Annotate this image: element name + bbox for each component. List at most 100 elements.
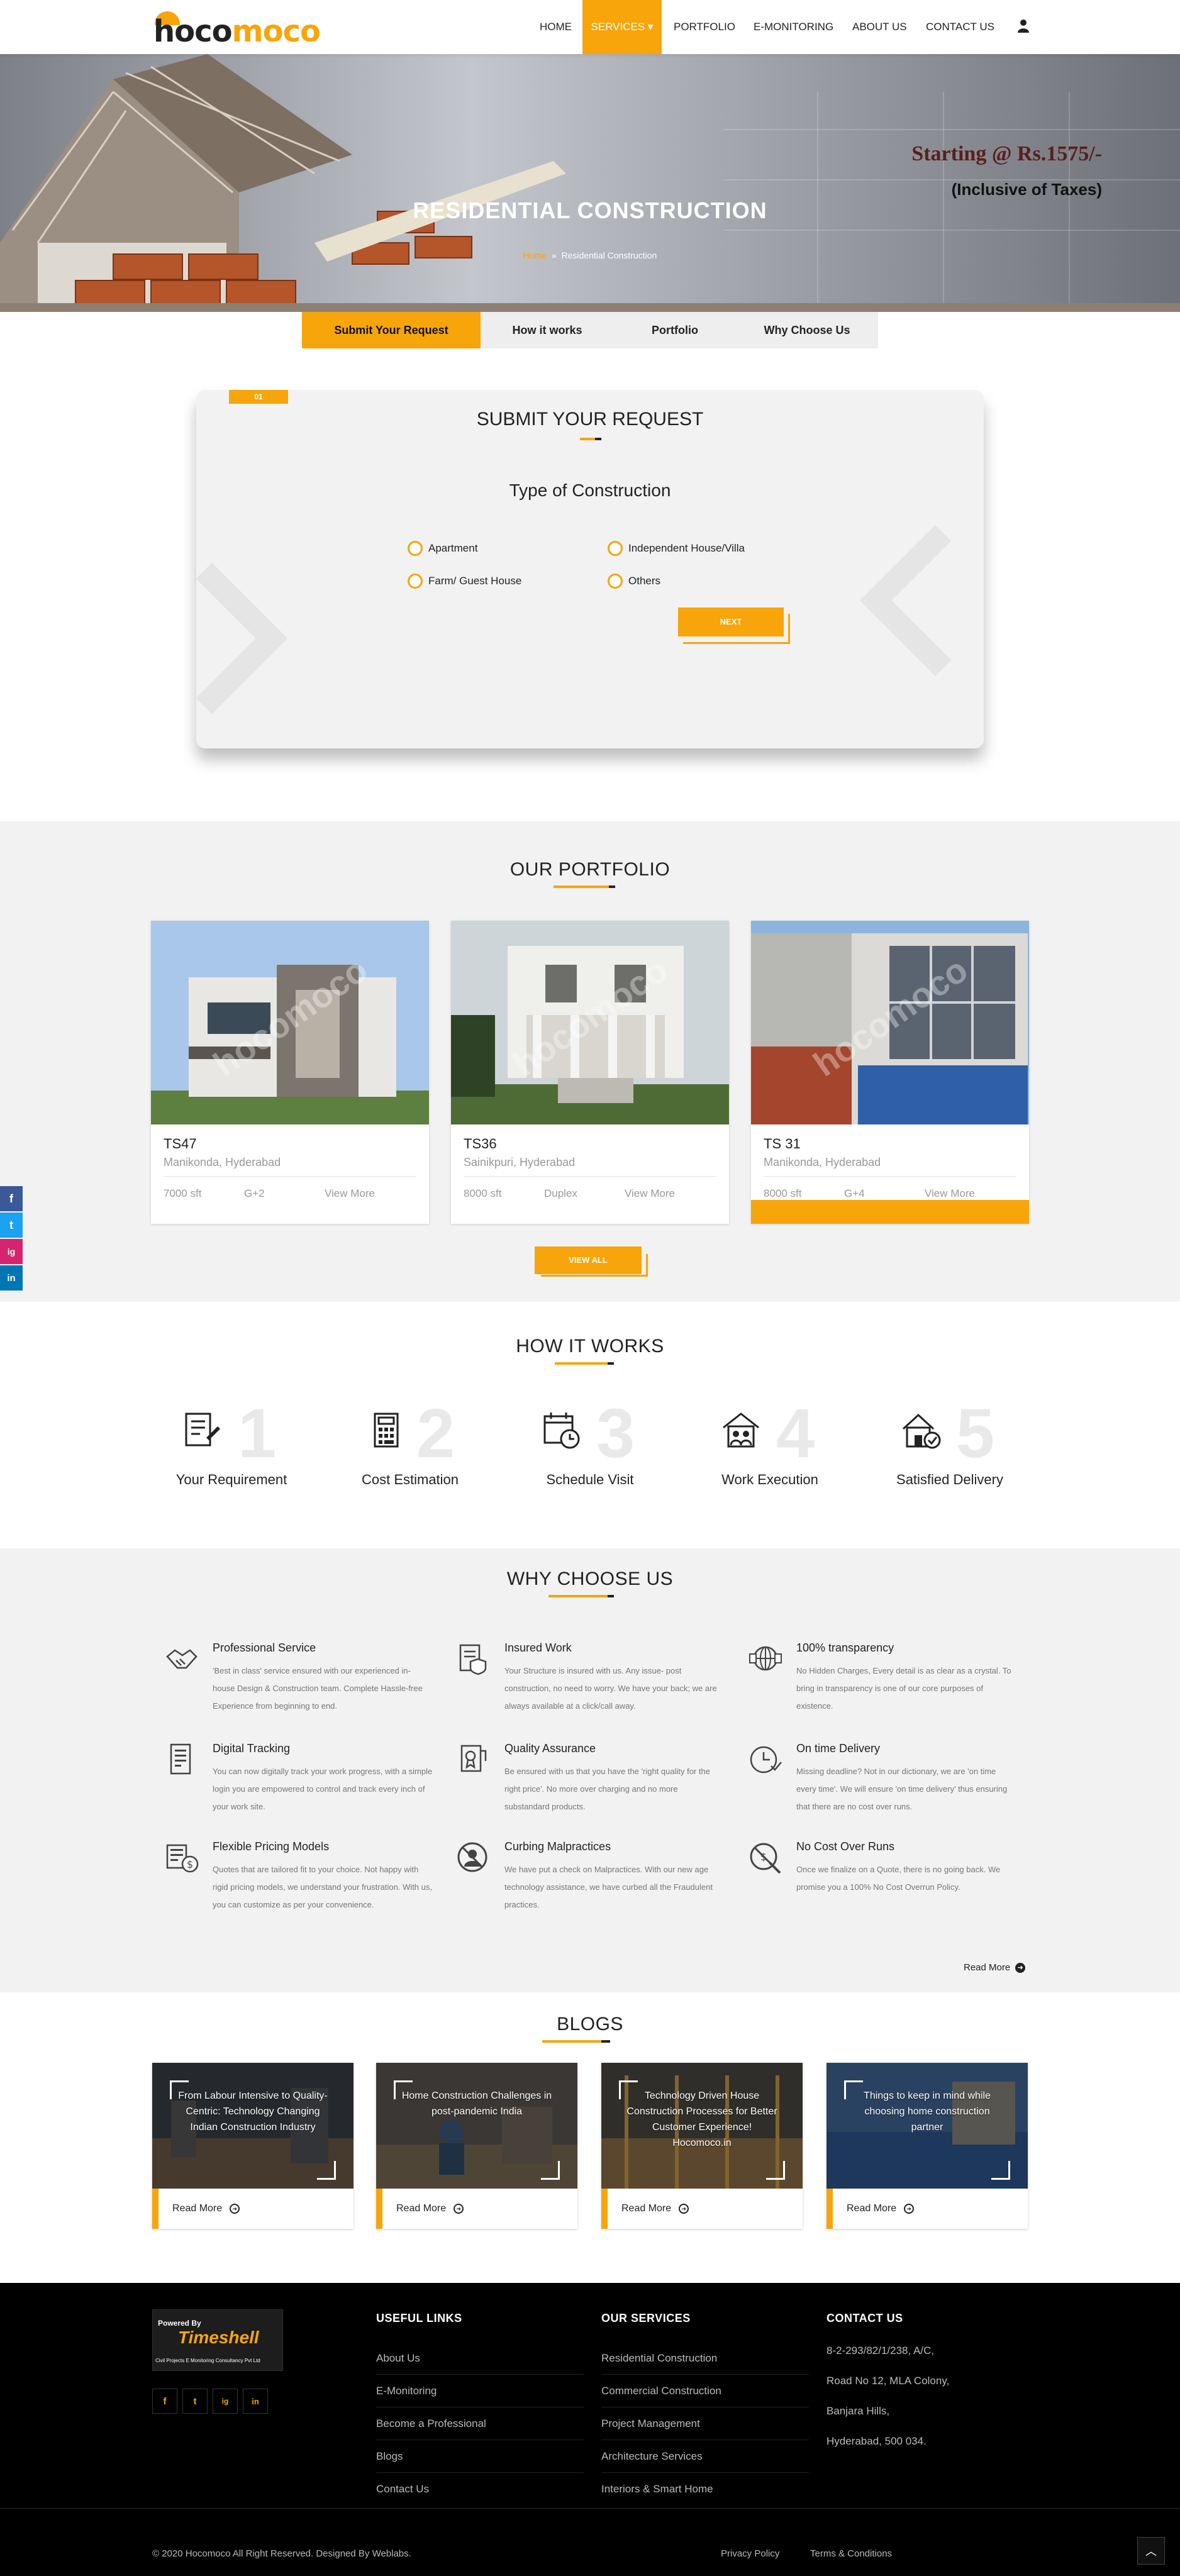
breadcrumb-separator: » bbox=[551, 250, 557, 260]
scroll-to-top-icon[interactable]: ︿ bbox=[1137, 2537, 1165, 2565]
on-time-delivery-icon bbox=[750, 1746, 782, 1774]
footer-twitter-icon[interactable]: t bbox=[182, 2389, 208, 2414]
view-more-link[interactable]: View More bbox=[625, 1187, 675, 1200]
blog-title: Home Construction Challenges in post-pan… bbox=[401, 2090, 552, 2117]
option-farm-guest-house[interactable]: Farm/ Guest House bbox=[408, 574, 521, 589]
why-item-title: Flexible Pricing Models bbox=[213, 1840, 330, 1853]
step-badge: 01 bbox=[229, 390, 288, 404]
corner-decoration bbox=[317, 2161, 336, 2180]
title-underline bbox=[542, 2040, 601, 2043]
nav-about-us[interactable]: ABOUT US bbox=[852, 0, 907, 54]
blog-image[interactable]: Technology Driven House Construction Pro… bbox=[601, 2063, 803, 2189]
view-more-link[interactable]: View More bbox=[325, 1187, 375, 1200]
option-others[interactable]: Others bbox=[608, 574, 660, 589]
footer-link-become-professional[interactable]: Become a Professional bbox=[376, 2407, 584, 2440]
radio-circle[interactable] bbox=[608, 574, 623, 589]
radio-circle[interactable] bbox=[608, 541, 623, 556]
portfolio-image[interactable]: hocomoco bbox=[151, 921, 429, 1124]
title-underline bbox=[555, 1362, 608, 1365]
blog-read-more[interactable]: Read More ➜ bbox=[376, 2189, 577, 2229]
view-all-button[interactable]: VIEW ALL bbox=[535, 1246, 642, 1274]
footer-service-commercial[interactable]: Commercial Construction bbox=[601, 2375, 809, 2407]
footer-linkedin-icon[interactable]: in bbox=[243, 2389, 268, 2414]
hero-banner: Starting @ Rs.1575/- (Inclusive of Taxes… bbox=[0, 54, 1180, 312]
nav-e-monitoring[interactable]: E-MONITORING bbox=[754, 0, 833, 54]
footer-service-architecture[interactable]: Architecture Services bbox=[601, 2440, 809, 2473]
footer-link-about-us[interactable]: About Us bbox=[376, 2342, 584, 2375]
facebook-icon[interactable]: f bbox=[0, 1186, 23, 1211]
portfolio-card[interactable]: hocomoco TS47 Manikonda, Hyderabad 7000 … bbox=[151, 921, 429, 1224]
nav-contact-us[interactable]: CONTACT US bbox=[926, 0, 994, 54]
breadcrumb-home[interactable]: Home bbox=[523, 250, 547, 260]
blog-title: Things to keep in mind while choosing ho… bbox=[864, 2090, 991, 2133]
powered-by-logo[interactable]: Powered By Timeshell Civil Projects E Mo… bbox=[152, 2309, 283, 2371]
footer-service-project-management[interactable]: Project Management bbox=[601, 2407, 809, 2440]
calendar-clock-icon bbox=[543, 1413, 580, 1449]
blog-card[interactable]: From Labour Intensive to Quality-Centric… bbox=[152, 2063, 353, 2229]
blog-image[interactable]: Home Construction Challenges in post-pan… bbox=[376, 2063, 577, 2189]
delivered-house-icon bbox=[902, 1413, 941, 1449]
blog-card[interactable]: Technology Driven House Construction Pro… bbox=[601, 2063, 803, 2229]
step-number: 2 bbox=[416, 1395, 455, 1472]
blog-image[interactable]: Things to keep in mind while choosing ho… bbox=[827, 2063, 1028, 2189]
terms-link[interactable]: Terms & Conditions bbox=[810, 2548, 892, 2559]
linkedin-icon[interactable]: in bbox=[0, 1265, 23, 1291]
tab-submit-request[interactable]: Submit Your Request bbox=[302, 312, 481, 348]
footer-link-e-monitoring[interactable]: E-Monitoring bbox=[376, 2375, 584, 2407]
twitter-icon[interactable]: t bbox=[0, 1213, 23, 1238]
site-logo[interactable]: hocomoco bbox=[153, 11, 321, 49]
digital-tracking-icon bbox=[170, 1743, 191, 1775]
footer-service-interiors[interactable]: Interiors & Smart Home bbox=[601, 2473, 809, 2506]
blog-read-more[interactable]: Read More ➜ bbox=[827, 2189, 1028, 2229]
portfolio-image[interactable]: hocomoco bbox=[451, 921, 729, 1124]
instagram-icon[interactable]: ig bbox=[0, 1239, 23, 1264]
radio-circle[interactable] bbox=[408, 574, 423, 589]
footer-service-residential[interactable]: Residential Construction bbox=[601, 2342, 809, 2375]
view-more-link[interactable]: View More bbox=[925, 1187, 975, 1200]
project-area: 8000 sft bbox=[764, 1187, 802, 1199]
blog-card[interactable]: Things to keep in mind while choosing ho… bbox=[827, 2063, 1028, 2229]
blog-read-more[interactable]: Read More ➜ bbox=[601, 2189, 803, 2229]
nav-portfolio[interactable]: PORTFOLIO bbox=[674, 0, 735, 54]
portfolio-image[interactable]: hocomoco bbox=[751, 921, 1029, 1124]
tab-portfolio[interactable]: Portfolio bbox=[614, 312, 736, 348]
step-number: 3 bbox=[596, 1395, 635, 1472]
blog-read-more[interactable]: Read More ➜ bbox=[152, 2189, 353, 2229]
how-step: 3 Schedule Visit bbox=[508, 1394, 672, 1494]
blog-card[interactable]: Home Construction Challenges in post-pan… bbox=[376, 2063, 577, 2229]
powered-by-brand: Timeshell bbox=[178, 2328, 259, 2347]
why-item-desc: Be ensured with us that you have the 'ri… bbox=[504, 1767, 710, 1811]
address-line: Hyderabad, 500 034. bbox=[827, 2435, 927, 2447]
blog-image[interactable]: From Labour Intensive to Quality-Centric… bbox=[152, 2063, 353, 2189]
our-services-title: OUR SERVICES bbox=[601, 2312, 691, 2324]
page-title: RESIDENTIAL CONSTRUCTION bbox=[413, 197, 767, 223]
nav-home[interactable]: HOME bbox=[540, 0, 572, 54]
option-apartment[interactable]: Apartment bbox=[408, 541, 477, 556]
next-button[interactable]: NEXT bbox=[678, 608, 784, 636]
useful-links-title: USEFUL LINKS bbox=[376, 2312, 462, 2324]
portfolio-card[interactable]: hocomoco TS 31 Manikonda, Hyderabad 8000… bbox=[751, 921, 1029, 1224]
arrow-right-icon: ➜ bbox=[454, 2204, 464, 2214]
footer-link-contact-us[interactable]: Contact Us bbox=[376, 2473, 584, 2506]
radio-circle[interactable] bbox=[408, 541, 423, 556]
portfolio-card[interactable]: hocomoco TS36 Sainikpuri, Hyderabad 8000… bbox=[451, 921, 729, 1224]
footer-link-blogs[interactable]: Blogs bbox=[376, 2440, 584, 2473]
blog-title: From Labour Intensive to Quality-Centric… bbox=[178, 2090, 328, 2133]
tab-why-choose-us[interactable]: Why Choose Us bbox=[736, 312, 878, 348]
why-item: Digital Tracking You can now digitally tr… bbox=[213, 1742, 433, 1816]
transparency-icon bbox=[749, 1646, 782, 1671]
title-underline bbox=[580, 438, 595, 440]
project-floors: G+2 bbox=[244, 1187, 265, 1199]
address-line: Road No 12, MLA Colony, bbox=[827, 2375, 950, 2387]
footer-instagram-icon[interactable]: ig bbox=[213, 2389, 238, 2414]
footer-facebook-icon[interactable]: f bbox=[152, 2389, 177, 2414]
user-icon[interactable] bbox=[1018, 19, 1029, 33]
nav-services[interactable]: SERVICES ▾ bbox=[582, 0, 662, 54]
card-hover-bar bbox=[751, 1200, 1029, 1224]
option-independent-house[interactable]: Independent House/Villa bbox=[608, 541, 745, 556]
arrow-right-icon: ➜ bbox=[230, 2204, 240, 2214]
why-read-more-link[interactable]: Read More ➜ bbox=[964, 1962, 1026, 1973]
workers-house-icon bbox=[723, 1413, 759, 1448]
tab-how-it-works[interactable]: How it works bbox=[481, 312, 614, 348]
privacy-policy-link[interactable]: Privacy Policy bbox=[721, 2548, 779, 2559]
